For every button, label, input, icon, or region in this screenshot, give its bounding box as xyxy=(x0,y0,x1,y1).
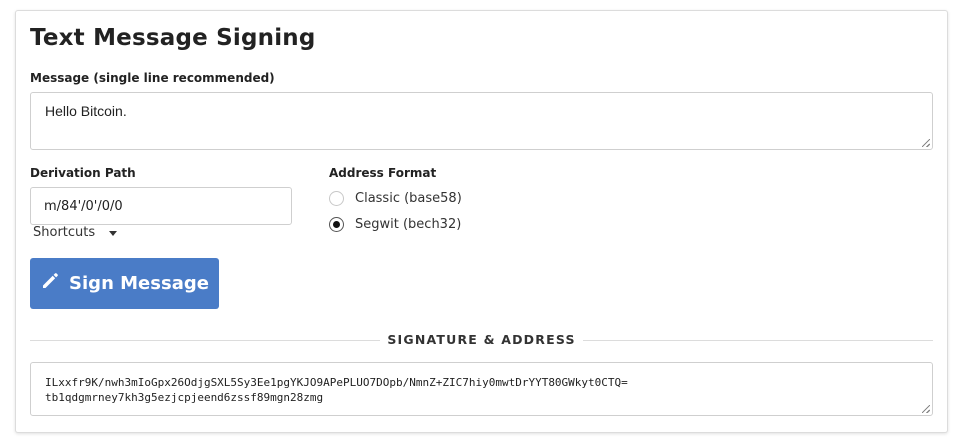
radio-button-checked[interactable] xyxy=(329,217,344,232)
radio-button-unchecked[interactable] xyxy=(329,191,344,206)
sign-message-label: Sign Message xyxy=(69,273,209,294)
address-value: tb1qdgmrney7kh3g5ezjcpjeend6zssf89mgn28z… xyxy=(45,391,324,404)
radio-classic-label: Classic (base58) xyxy=(355,191,462,206)
shortcuts-dropdown[interactable]: Shortcuts xyxy=(33,225,118,240)
signature-value: ILxxfr9K/nwh3mIoGpx26OdjgSXL5Sy3Ee1pgYKJ… xyxy=(45,376,628,389)
derivation-path-value: m/84'/0'/0/0 xyxy=(44,198,123,214)
resize-grip-icon[interactable] xyxy=(922,405,930,413)
derivation-path-input[interactable]: m/84'/0'/0/0 xyxy=(30,187,292,225)
radio-classic-base58[interactable]: Classic (base58) xyxy=(329,191,462,206)
radio-segwit-label: Segwit (bech32) xyxy=(355,217,462,232)
signature-output-textarea[interactable]: ILxxfr9K/nwh3mIoGpx26OdjgSXL5Sy3Ee1pgYKJ… xyxy=(30,362,933,416)
signature-address-heading: SIGNATURE & ADDRESS xyxy=(380,332,583,347)
message-textarea[interactable]: Hello Bitcoin. xyxy=(30,92,933,150)
section-divider-right xyxy=(583,340,933,341)
message-label: Message (single line recommended) xyxy=(30,71,275,85)
caret-down-icon xyxy=(109,231,118,236)
section-divider-left xyxy=(30,340,380,341)
message-text: Hello Bitcoin. xyxy=(45,103,127,119)
page-title: Text Message Signing xyxy=(30,25,316,51)
shortcuts-label: Shortcuts xyxy=(33,225,96,240)
pencil-icon xyxy=(40,271,60,296)
resize-grip-icon[interactable] xyxy=(922,139,930,147)
address-format-label: Address Format xyxy=(329,166,437,180)
radio-segwit-bech32[interactable]: Segwit (bech32) xyxy=(329,217,461,232)
derivation-path-label: Derivation Path xyxy=(30,166,136,180)
sign-message-button[interactable]: Sign Message xyxy=(30,258,219,309)
